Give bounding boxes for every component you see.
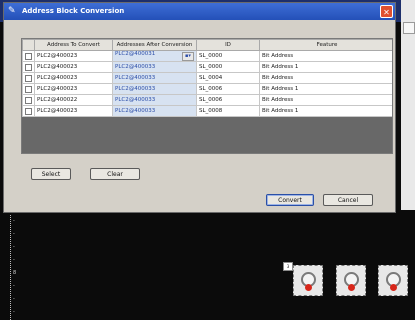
ruler-mark: - — [13, 309, 15, 315]
table-row[interactable]: PLC2@400023 PLC2@400033 SL_0006 Bit Addr… — [22, 83, 392, 95]
column-header-select[interactable] — [22, 39, 35, 51]
table-row[interactable]: PLC2@400023 PLC2@400033 SL_0008 Bit Addr… — [22, 105, 392, 117]
vertical-ruler: - - - - 8 - - - — [10, 215, 21, 320]
canvas-object[interactable] — [378, 265, 408, 296]
close-button[interactable]: ✕ — [380, 5, 393, 18]
app-right-panel — [401, 0, 415, 210]
address-after-cell[interactable]: PLC2@400033 — [112, 61, 197, 73]
ruler-mark: - — [13, 257, 15, 263]
panel-corner-box[interactable] — [403, 22, 415, 34]
ruler-mark: - — [13, 283, 15, 289]
table-row[interactable]: PLC2@400023 PLC2@400031 ▪▾ SL_0000 Bit Ad… — [22, 50, 392, 62]
column-header-address-to-convert[interactable]: Address To Convert — [34, 39, 113, 51]
id-cell[interactable]: SL_0004 — [196, 72, 260, 84]
address-to-convert-cell[interactable]: PLC2@400023 — [34, 72, 113, 84]
convert-button[interactable]: Convert — [266, 194, 314, 206]
red-dot-icon — [348, 284, 355, 291]
conversion-table: Address To Convert Addresses After Conve… — [21, 38, 393, 154]
row-checkbox-cell[interactable] — [22, 94, 35, 106]
feature-cell[interactable]: Bit Address — [259, 50, 392, 62]
dialog-titlebar[interactable]: ✎ Address Block Conversion ✕ — [4, 3, 395, 20]
table-row[interactable]: PLC2@400023 PLC2@400033 SL_0004 Bit Addr… — [22, 72, 392, 84]
selection-tag[interactable]: 3 — [283, 262, 293, 271]
address-after-value: PLC2@400031 — [115, 51, 156, 58]
row-checkbox[interactable] — [25, 107, 32, 115]
row-checkbox-cell[interactable] — [22, 83, 35, 95]
address-to-convert-cell[interactable]: PLC2@400023 — [34, 61, 113, 73]
table-row[interactable]: PLC2@400023 PLC2@400033 SL_0000 Bit Addr… — [22, 61, 392, 73]
table-row[interactable]: PLC2@400022 PLC2@400033 SL_0006 Bit Addr… — [22, 94, 392, 106]
clear-button[interactable]: Clear — [90, 168, 140, 180]
canvas-object[interactable] — [336, 265, 366, 296]
row-checkbox[interactable] — [25, 63, 32, 71]
ruler-mark: - — [13, 231, 15, 237]
ruler-mark: 8 — [13, 270, 17, 276]
column-header-feature[interactable]: Feature — [259, 39, 392, 51]
red-dot-icon — [305, 284, 312, 291]
row-checkbox-cell[interactable] — [22, 72, 35, 84]
cancel-button[interactable]: Cancel — [323, 194, 373, 206]
id-cell[interactable]: SL_0008 — [196, 105, 260, 117]
row-checkbox[interactable] — [25, 96, 32, 104]
row-checkbox-cell[interactable] — [22, 50, 35, 62]
row-checkbox-cell[interactable] — [22, 61, 35, 73]
address-picker-button[interactable]: ▪▾ — [182, 52, 194, 61]
id-cell[interactable]: SL_0006 — [196, 94, 260, 106]
address-after-cell[interactable]: PLC2@400033 — [112, 94, 197, 106]
red-dot-icon — [390, 284, 397, 291]
address-block-conversion-dialog: ✎ Address Block Conversion ✕ Address To … — [3, 2, 396, 213]
id-cell[interactable]: SL_0000 — [196, 61, 260, 73]
address-after-cell[interactable]: PLC2@400033 — [112, 105, 197, 117]
select-button[interactable]: Select — [31, 168, 71, 180]
address-to-convert-cell[interactable]: PLC2@400023 — [34, 50, 113, 62]
close-icon: ✕ — [383, 8, 390, 17]
id-cell[interactable]: SL_0000 — [196, 50, 260, 62]
address-to-convert-cell[interactable]: PLC2@400023 — [34, 105, 113, 117]
address-after-cell[interactable]: PLC2@400033 — [112, 72, 197, 84]
id-cell[interactable]: SL_0006 — [196, 83, 260, 95]
feature-cell[interactable]: Bit Address 1 — [259, 105, 392, 117]
ruler-mark: - — [13, 244, 15, 250]
row-checkbox-cell[interactable] — [22, 105, 35, 117]
address-after-cell[interactable]: PLC2@400031 ▪▾ — [112, 50, 197, 62]
feature-cell[interactable]: Bit Address — [259, 72, 392, 84]
dialog-title: Address Block Conversion — [22, 7, 125, 15]
feature-cell[interactable]: Bit Address 1 — [259, 61, 392, 73]
column-header-addresses-after-conversion[interactable]: Addresses After Conversion — [112, 39, 197, 51]
address-to-convert-cell[interactable]: PLC2@400022 — [34, 94, 113, 106]
row-checkbox[interactable] — [25, 52, 32, 60]
canvas-object[interactable] — [293, 265, 323, 296]
row-checkbox[interactable] — [25, 74, 32, 82]
feature-cell[interactable]: Bit Address 1 — [259, 83, 392, 95]
pencil-icon: ✎ — [8, 6, 16, 16]
address-to-convert-cell[interactable]: PLC2@400023 — [34, 83, 113, 95]
row-checkbox[interactable] — [25, 85, 32, 93]
address-after-cell[interactable]: PLC2@400033 — [112, 83, 197, 95]
ruler-mark: - — [13, 218, 15, 224]
ruler-mark: - — [13, 296, 15, 302]
feature-cell[interactable]: Bit Address — [259, 94, 392, 106]
column-header-id[interactable]: ID — [196, 39, 260, 51]
